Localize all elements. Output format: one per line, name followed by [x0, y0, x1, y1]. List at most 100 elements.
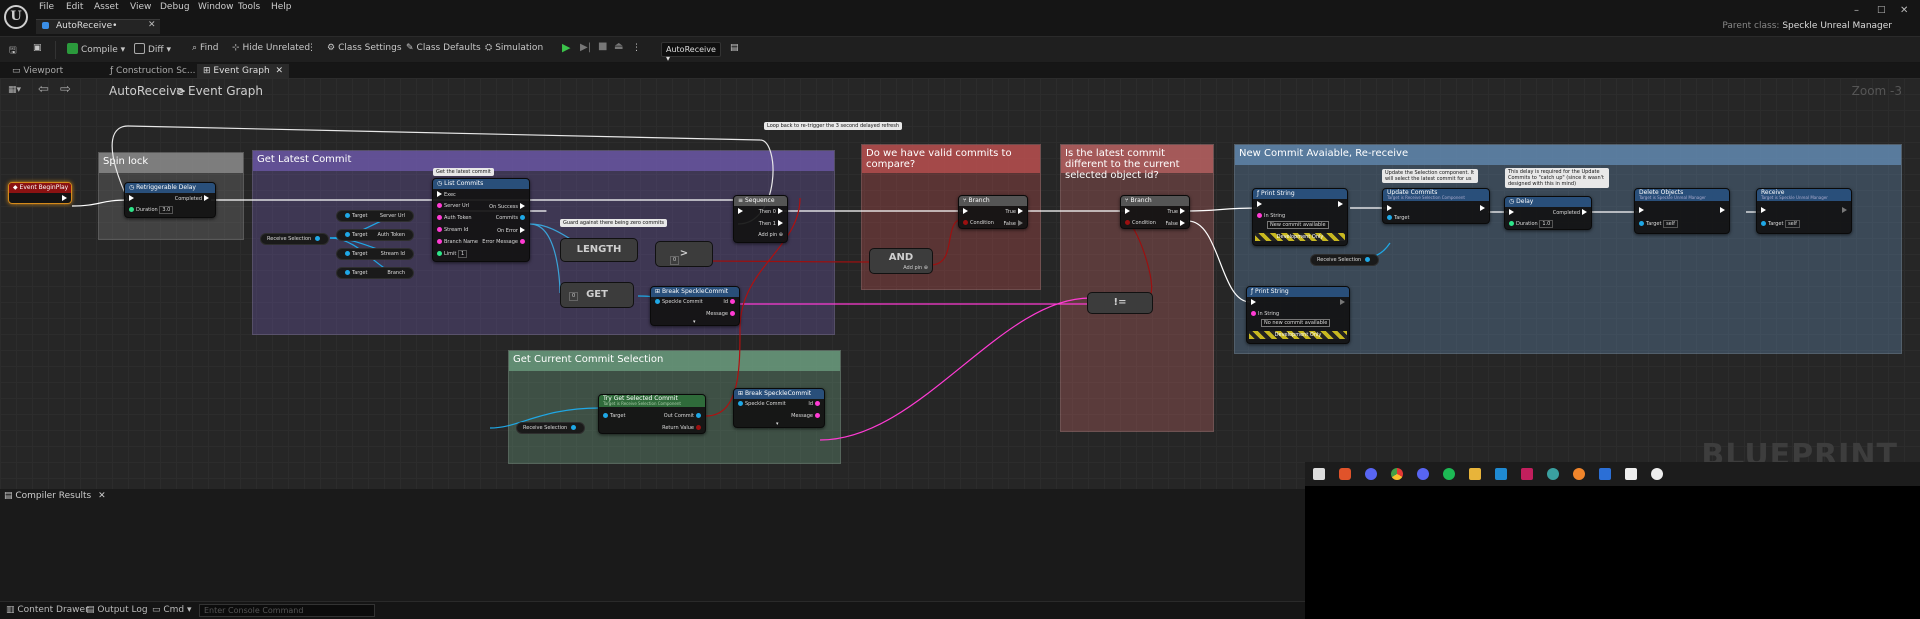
folder-icon[interactable]	[1469, 468, 1481, 480]
completed-pin[interactable]: Completed	[175, 195, 211, 202]
condition-pin[interactable]: Condition	[961, 220, 994, 226]
exec-in-pin[interactable]	[961, 208, 970, 215]
in-string-pin[interactable]: In String	[1255, 213, 1285, 219]
play-icon[interactable]: ▶	[562, 41, 570, 54]
document-tab[interactable]: AutoReceive• ✕	[36, 19, 160, 34]
server-url-pin[interactable]: Server Url	[435, 203, 469, 209]
hide-unrelated-button[interactable]: ⊹ Hide Unrelated	[232, 43, 310, 53]
vscode-icon[interactable]	[1495, 468, 1507, 480]
parent-class-link[interactable]: Speckle Unreal Manager	[1782, 21, 1892, 31]
find-button[interactable]: ⌕ Find	[192, 43, 219, 53]
exec-in-pin[interactable]	[1255, 201, 1264, 208]
in-string-value[interactable]: No new commit available	[1261, 319, 1331, 327]
exec-in-pin[interactable]	[127, 195, 136, 202]
node-branch-1[interactable]: ⑂ Branch Condition True False	[958, 195, 1028, 229]
exec-in-pin[interactable]	[1759, 207, 1768, 214]
duration-value[interactable]: 3.0	[159, 206, 174, 214]
duration-pin[interactable]: Duration 3.0	[127, 206, 174, 214]
unreal-icon[interactable]	[1651, 468, 1663, 480]
target-pin[interactable]: Target self	[1637, 220, 1678, 228]
close-window-icon[interactable]: ✕	[1900, 5, 1908, 16]
github-icon[interactable]	[1547, 468, 1559, 480]
menu-tools[interactable]: Tools	[238, 2, 260, 12]
on-success-pin[interactable]: On Success	[489, 203, 527, 210]
condition-pin[interactable]: Condition	[1123, 220, 1156, 226]
close-icon[interactable]: ✕	[275, 66, 283, 76]
node-break-speckle-commit[interactable]: ⊞ Break SpeckleCommit Speckle Commit Id …	[650, 286, 740, 326]
exec-in-pin[interactable]	[1507, 209, 1516, 216]
target-pin[interactable]: Target self	[1759, 220, 1800, 228]
menu-asset[interactable]: Asset	[94, 2, 119, 12]
unity-icon[interactable]	[1625, 468, 1637, 480]
exec-out-pin[interactable]	[1840, 207, 1849, 214]
node-not-equal[interactable]: !=	[1087, 292, 1153, 314]
maximize-icon[interactable]: □	[1877, 5, 1886, 15]
false-pin[interactable]: False	[1165, 220, 1187, 227]
brave-icon[interactable]	[1339, 468, 1351, 480]
output-log-button[interactable]: ▤ Output Log	[86, 605, 148, 615]
close-icon[interactable]: ✕	[98, 491, 106, 501]
browse-icon[interactable]: ▣	[33, 43, 42, 53]
node-retriggerable-delay[interactable]: ◷ Retriggerable Delay Completed Duration…	[124, 182, 216, 218]
then0-pin[interactable]: Then 0	[759, 208, 785, 215]
target-value[interactable]: self	[1785, 220, 1800, 228]
true-pin[interactable]: True	[1167, 208, 1187, 215]
rider-icon[interactable]	[1521, 468, 1533, 480]
chevron-down-icon[interactable]: ▾	[693, 319, 696, 325]
false-pin[interactable]: False	[1003, 220, 1025, 227]
more-play-options-icon[interactable]: ⋮	[632, 43, 641, 53]
node-print-string-2[interactable]: ƒ Print String In String No new commit a…	[1246, 286, 1350, 344]
node-event-begin-play[interactable]: ◆ Event BeginPlay	[8, 182, 72, 204]
branch-name-pin[interactable]: Branch Name	[435, 239, 478, 245]
commits-pin[interactable]: Commits	[496, 215, 527, 221]
bubble-update-selection[interactable]: Update the Selection component. It will …	[1382, 169, 1478, 183]
delay-value[interactable]: 1.0	[1539, 220, 1554, 228]
find-in-browser-icon[interactable]: ▤	[730, 43, 739, 53]
exec-in-pin[interactable]	[1249, 299, 1258, 306]
menu-edit[interactable]: Edit	[66, 2, 83, 12]
tab-construction-script[interactable]: ƒ Construction Sc...	[104, 64, 201, 78]
var-receive-selection-2[interactable]: Receive Selection	[1310, 254, 1379, 266]
target-pin[interactable]: Target	[1385, 215, 1409, 221]
chevron-down-icon[interactable]: ▾	[776, 421, 779, 427]
speckle-commit-pin[interactable]: Speckle Commit	[653, 299, 703, 305]
exec-out-pin[interactable]	[1336, 201, 1345, 208]
id-pin[interactable]: Id	[723, 299, 737, 305]
exec-in-pin[interactable]: Exec	[435, 191, 456, 198]
debug-object-select[interactable]: AutoReceive ▾	[661, 42, 721, 63]
minimize-icon[interactable]: –	[1854, 5, 1859, 16]
var-receive-selection-3[interactable]: Receive Selection	[516, 422, 585, 434]
node-update-commits[interactable]: Update Commits Target is Receive Selectio…	[1382, 188, 1490, 224]
node-branch-2[interactable]: ⑂ Branch Condition True False	[1120, 195, 1190, 229]
node-try-get-selected-commit[interactable]: Try Get Selected Commit Target is Receive…	[598, 394, 706, 434]
gt-value[interactable]: 0	[670, 256, 680, 265]
on-error-pin[interactable]: On Error	[497, 227, 527, 234]
tab-compiler-results[interactable]: ▤ Compiler Results ✕	[4, 491, 106, 501]
discord-icon[interactable]	[1365, 468, 1377, 480]
node-delete-objects[interactable]: Delete Objects Target is Speckle Unreal M…	[1634, 188, 1730, 234]
chrome-icon[interactable]	[1391, 468, 1403, 480]
exec-out-pin[interactable]	[1338, 299, 1347, 306]
eject-icon[interactable]: ⏏	[614, 41, 623, 52]
bubble-guard[interactable]: Guard against there being zero commits	[560, 219, 668, 227]
menu-help[interactable]: Help	[271, 2, 292, 12]
node-get[interactable]: GET 0	[560, 282, 634, 308]
node-length[interactable]: LENGTH	[560, 238, 638, 262]
return-value-pin[interactable]: Return Value	[662, 425, 703, 431]
step-icon[interactable]: ▶|	[580, 42, 591, 53]
speckle-commit-pin[interactable]: Speckle Commit	[736, 401, 786, 407]
spotify-icon[interactable]	[1443, 468, 1455, 480]
get-index-value[interactable]: 0	[569, 292, 579, 301]
menu-view[interactable]: View	[130, 2, 151, 12]
node-greater-than[interactable]: >0	[655, 241, 713, 267]
get-branch[interactable]: Target Branch	[336, 267, 414, 279]
class-settings-button[interactable]: ⚙ Class Settings	[327, 43, 402, 53]
exec-in-pin[interactable]	[1385, 205, 1394, 212]
stop-icon[interactable]: ■	[598, 41, 607, 52]
in-string-value[interactable]: New commit available	[1267, 221, 1329, 229]
get-server-url[interactable]: Target Server Url	[336, 210, 414, 222]
get-auth-token[interactable]: Target Auth Token	[336, 229, 414, 241]
content-drawer-button[interactable]: ▥ Content Drawer	[6, 605, 89, 615]
node-print-string-1[interactable]: ƒ Print String In String New commit avai…	[1252, 188, 1348, 246]
unreal-logo-icon[interactable]: U	[4, 5, 28, 29]
